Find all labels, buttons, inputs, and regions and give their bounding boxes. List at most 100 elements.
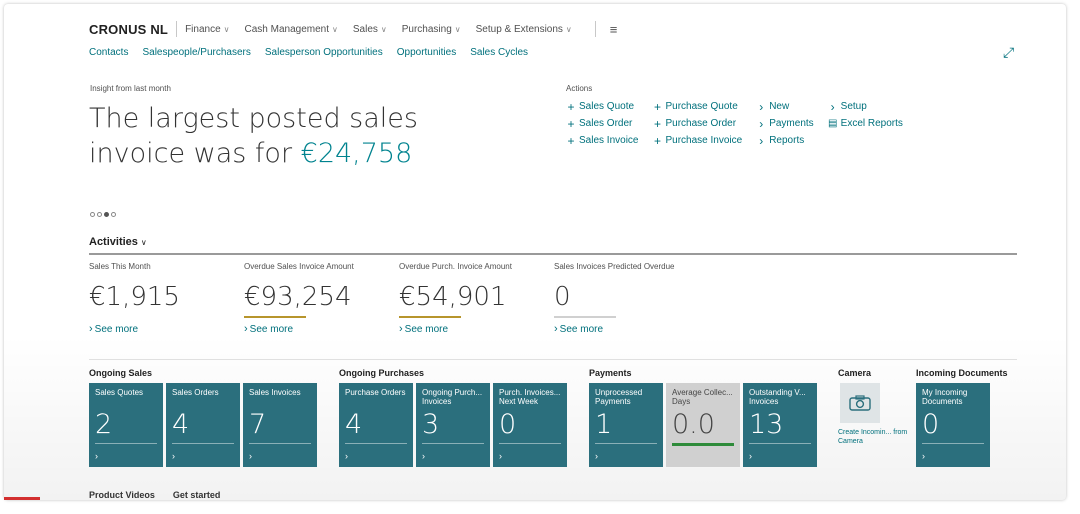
group-title-incoming-documents: Incoming Documents bbox=[916, 368, 1008, 378]
tile-sales-invoices[interactable]: Sales Invoices 7 › bbox=[243, 383, 317, 467]
carousel-dot-active[interactable] bbox=[104, 212, 109, 217]
tile-label: Ongoing Purch... Invoices bbox=[422, 388, 483, 406]
see-more-label: See more bbox=[94, 323, 139, 335]
activities-header[interactable]: Activities ∨ bbox=[89, 236, 147, 248]
see-more-link[interactable]: › See more bbox=[89, 323, 239, 335]
action-payments[interactable]: › Payments bbox=[756, 115, 813, 132]
tile-average-collection-days[interactable]: Average Collec... Days 0.0 bbox=[666, 383, 740, 467]
action-label: Excel Reports bbox=[840, 118, 903, 129]
group-title-ongoing-sales: Ongoing Sales bbox=[89, 368, 153, 378]
chevron-down-icon: ∨ bbox=[454, 24, 461, 34]
tile-sales-quotes[interactable]: Sales Quotes 2 › bbox=[89, 383, 163, 467]
action-label: Payments bbox=[769, 118, 814, 129]
menu-purchasing[interactable]: Purchasing ∨ bbox=[402, 24, 461, 35]
chevron-right-icon: › bbox=[499, 451, 502, 461]
menu-cash-management[interactable]: Cash Management ∨ bbox=[245, 24, 338, 35]
create-incoming-from-camera-link[interactable]: Create Incomin... from Camera bbox=[838, 428, 908, 446]
chevron-right-icon: › bbox=[249, 451, 252, 461]
tile-purchase-orders[interactable]: Purchase Orders 4 › bbox=[339, 383, 413, 467]
action-sales-quote[interactable]: + Sales Quote bbox=[566, 98, 638, 115]
chevron-right-icon: › bbox=[759, 99, 764, 114]
subnav-sales-cycles[interactable]: Sales Cycles bbox=[470, 47, 528, 58]
subnav-opportunities[interactable]: Opportunities bbox=[397, 47, 456, 58]
action-purchase-quote[interactable]: + Purchase Quote bbox=[652, 98, 742, 115]
see-more-link[interactable]: › See more bbox=[399, 323, 549, 335]
tile-value: 7 bbox=[249, 409, 267, 440]
action-label: Sales Order bbox=[579, 118, 633, 129]
camera-tile[interactable] bbox=[840, 383, 880, 423]
sub-navigation: Contacts Salespeople/Purchasers Salesper… bbox=[89, 47, 542, 58]
chevron-right-icon: › bbox=[749, 451, 752, 461]
tile-label: Purch. Invoices... Next Week bbox=[499, 388, 561, 406]
cue-overdue-purch-invoice-amount: Overdue Purch. Invoice Amount €54,901 › S… bbox=[399, 262, 549, 335]
tile-value: 3 bbox=[422, 409, 440, 440]
action-purchase-invoice[interactable]: + Purchase Invoice bbox=[652, 132, 742, 149]
tile-label: Unprocessed Payments bbox=[595, 388, 643, 406]
tile-my-incoming-documents[interactable]: My Incoming Documents 0 › bbox=[916, 383, 990, 467]
cue-sales-this-month: Sales This Month €1,915 › See more bbox=[89, 262, 239, 335]
chevron-right-icon: › bbox=[830, 99, 835, 114]
subnav-salespeople-purchasers[interactable]: Salespeople/Purchasers bbox=[142, 47, 250, 58]
menu-label: Purchasing bbox=[401, 23, 452, 35]
hamburger-menu-icon[interactable]: ≡ bbox=[610, 22, 618, 37]
tile-unprocessed-payments[interactable]: Unprocessed Payments 1 › bbox=[589, 383, 663, 467]
action-sales-invoice[interactable]: + Sales Invoice bbox=[566, 132, 638, 149]
cue-label: Sales This Month bbox=[89, 262, 151, 271]
chevron-right-icon: › bbox=[759, 133, 764, 148]
menu-sales[interactable]: Sales ∨ bbox=[353, 24, 387, 35]
action-setup[interactable]: › Setup bbox=[828, 98, 903, 115]
subnav-contacts[interactable]: Contacts bbox=[89, 47, 128, 58]
menu-setup-extensions[interactable]: Setup & Extensions ∨ bbox=[476, 24, 572, 35]
actions-grid: + Sales Quote + Sales Order + Sales Invoice… bbox=[566, 98, 917, 149]
action-label: Purchase Order bbox=[665, 118, 737, 129]
cue-value[interactable]: €1,915 bbox=[89, 282, 239, 314]
tile-divider bbox=[499, 443, 561, 444]
cue-value[interactable]: €54,901 bbox=[399, 282, 549, 314]
divider bbox=[594, 21, 596, 37]
carousel-dot[interactable] bbox=[97, 212, 102, 217]
see-more-link[interactable]: › See more bbox=[554, 323, 704, 335]
section-get-started[interactable]: Get started bbox=[173, 490, 221, 500]
report-icon: ▤ bbox=[827, 118, 838, 129]
actions-title: Actions bbox=[566, 84, 593, 93]
menu-finance[interactable]: Finance ∨ bbox=[185, 24, 229, 35]
carousel-dot[interactable] bbox=[90, 212, 95, 217]
tile-value: 0 bbox=[499, 409, 517, 440]
cue-label: Overdue Purch. Invoice Amount bbox=[399, 262, 512, 271]
company-name[interactable]: CRONUS NL bbox=[89, 22, 168, 37]
cue-status-bar bbox=[554, 316, 616, 318]
tile-status-bar bbox=[672, 443, 734, 446]
action-label: Sales Quote bbox=[579, 101, 635, 112]
headline-line-2: invoice was for bbox=[89, 138, 301, 169]
chevron-right-icon: › bbox=[345, 451, 348, 461]
tile-sales-orders[interactable]: Sales Orders 4 › bbox=[166, 383, 240, 467]
actions-column: › New › Payments › Reports bbox=[756, 98, 813, 149]
cue-value[interactable]: €93,254 bbox=[244, 282, 394, 314]
action-reports[interactable]: › Reports bbox=[756, 132, 813, 149]
bottom-sections: Product Videos Get started bbox=[89, 490, 238, 500]
plus-icon: + bbox=[567, 99, 575, 114]
expand-icon[interactable]: ⤢ bbox=[1003, 44, 1014, 61]
tile-ongoing-purch-invoices[interactable]: Ongoing Purch... Invoices 3 › bbox=[416, 383, 490, 467]
see-more-label: See more bbox=[404, 323, 449, 335]
insight-headline[interactable]: The largest posted sales invoice was for… bbox=[89, 101, 489, 171]
subnav-salesperson-opportunities[interactable]: Salesperson Opportunities bbox=[265, 47, 383, 58]
cue-status-bar bbox=[244, 316, 306, 318]
tile-outstanding-vendor-invoices[interactable]: Outstanding V... Invoices 13 › bbox=[743, 383, 817, 467]
action-new[interactable]: › New bbox=[756, 98, 813, 115]
tile-purch-invoices-next-week[interactable]: Purch. Invoices... Next Week 0 › bbox=[493, 383, 567, 467]
tiles-divider bbox=[89, 359, 1017, 360]
tile-label: Sales Orders bbox=[172, 388, 219, 397]
action-excel-reports[interactable]: ▤ Excel Reports bbox=[828, 115, 903, 132]
action-purchase-order[interactable]: + Purchase Order bbox=[652, 115, 742, 132]
section-product-videos[interactable]: Product Videos bbox=[89, 490, 155, 500]
chevron-down-icon: ∨ bbox=[223, 24, 230, 34]
group-title-camera: Camera bbox=[838, 368, 872, 378]
tile-divider bbox=[595, 443, 657, 444]
action-label: Purchase Quote bbox=[665, 101, 738, 112]
action-sales-order[interactable]: + Sales Order bbox=[566, 115, 638, 132]
video-progress-bar[interactable] bbox=[4, 497, 40, 500]
cue-value[interactable]: 0 bbox=[554, 282, 704, 314]
carousel-dot[interactable] bbox=[111, 212, 116, 217]
see-more-link[interactable]: › See more bbox=[244, 323, 394, 335]
